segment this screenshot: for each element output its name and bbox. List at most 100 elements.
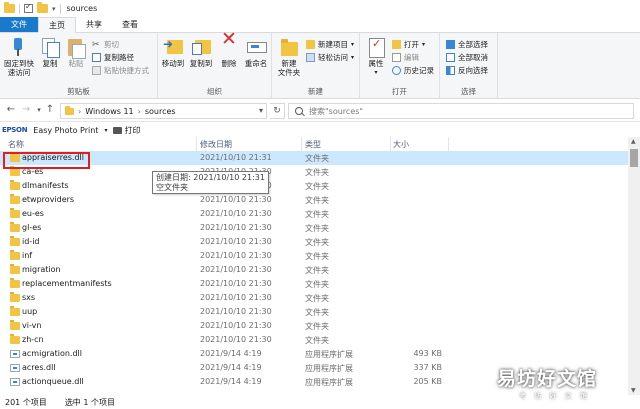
file-row[interactable]: sxs 2021/10/10 21:30 文件夹 xyxy=(0,291,628,305)
refresh-button[interactable]: ↻ xyxy=(270,103,285,119)
tab-share[interactable]: 共享 xyxy=(76,17,112,32)
file-row[interactable]: vi-vn 2021/10/10 21:30 文件夹 xyxy=(0,319,628,333)
organize-group-label: 组织 xyxy=(207,87,222,96)
delete-button[interactable]: 删除 xyxy=(218,35,240,68)
file-row[interactable]: actionqueue.dll 2021/9/14 4:19 应用程序扩展 205 K… xyxy=(0,375,628,389)
file-type: 文件夹 xyxy=(305,308,329,317)
back-arrow-icon[interactable]: ← xyxy=(5,104,17,115)
folder-icon xyxy=(10,250,20,260)
file-row[interactable]: etwproviders 2021/10/10 21:30 文件夹 xyxy=(0,193,628,207)
file-row[interactable]: ca-es2021/10/10 21:30文件夹 xyxy=(0,165,628,179)
new-folder-label-line2: 文件夹 xyxy=(277,68,301,77)
breadcrumb-windows11[interactable]: Windows 11 xyxy=(85,107,133,116)
scroll-down-icon[interactable]: ▼ xyxy=(631,387,636,394)
cut-button[interactable]: 剪切 xyxy=(92,39,119,50)
paste-icon xyxy=(66,37,86,59)
file-name: vi-vn xyxy=(22,321,42,330)
file-row[interactable]: migration 2021/10/10 21:30 文件夹 xyxy=(0,263,628,277)
select-all-button[interactable]: 全部选择 xyxy=(446,39,488,50)
new-folder-label-line1: 新建 xyxy=(281,59,297,68)
file-type: 文件夹 xyxy=(305,266,329,275)
invert-selection-icon xyxy=(446,66,455,75)
file-row[interactable]: id-id 2021/10/10 21:30 文件夹 xyxy=(0,235,628,249)
open-group: 属性 ▾ 打开 ▾ 编辑 历史记录 打开 xyxy=(360,33,440,99)
breadcrumb-sources[interactable]: sources xyxy=(145,107,176,116)
file-row[interactable]: dlmanifests2021/10/10 21:30文件夹 xyxy=(0,179,628,193)
file-date: 2021/9/14 4:19 xyxy=(200,349,262,358)
delete-label: 删除 xyxy=(221,59,237,68)
new-item-button[interactable]: 新建项目 ▾ xyxy=(306,39,354,50)
customize-quick-access-icon[interactable]: ▾ xyxy=(52,5,56,13)
column-header-date[interactable]: 修改日期 xyxy=(200,139,232,150)
column-header-size[interactable]: 大小 xyxy=(393,139,409,150)
edit-button[interactable]: 编辑 xyxy=(392,52,419,63)
open-button[interactable]: 打开 ▾ xyxy=(392,39,425,50)
column-divider[interactable] xyxy=(390,137,391,151)
copy-button[interactable]: 复制 xyxy=(38,37,62,68)
history-icon xyxy=(392,66,401,75)
file-size: 205 KB xyxy=(413,377,442,386)
file-date: 2021/10/10 21:30 xyxy=(200,223,272,232)
column-divider[interactable] xyxy=(448,137,449,151)
file-name: acmigration.dll xyxy=(22,349,82,358)
tab-home[interactable]: 主页 xyxy=(38,17,76,33)
scroll-up-icon[interactable]: ▲ xyxy=(631,138,636,145)
column-header-type[interactable]: 类型 xyxy=(305,139,321,150)
folder-icon xyxy=(10,264,20,274)
file-row[interactable]: replacementmanifests 2021/10/10 21:30 文件夹 xyxy=(0,277,628,291)
file-row[interactable]: acres.dll 2021/9/14 4:19 应用程序扩展 337 KB xyxy=(0,361,628,375)
clipboard-group: 固定到快 速访问 复制 粘贴 剪切 复制路径 粘贴快捷方式 剪贴板 xyxy=(0,33,158,99)
file-row[interactable]: zh-cn 2021/10/10 21:30 文件夹 xyxy=(0,333,628,347)
copy-to-icon xyxy=(191,37,211,57)
file-type: 文件夹 xyxy=(305,322,329,331)
pin-label-line2: 速访问 xyxy=(7,68,31,77)
pin-to-quick-access-button[interactable]: 固定到快 速访问 xyxy=(2,37,36,77)
file-row[interactable]: inf 2021/10/10 21:30 文件夹 xyxy=(0,249,628,263)
file-row[interactable]: appraiserres.dll 2021/10/10 21:31 文件夹 xyxy=(0,151,628,165)
refresh-icon: ↻ xyxy=(273,106,281,116)
dll-file-icon xyxy=(10,378,20,386)
forward-arrow-icon[interactable]: → xyxy=(20,104,32,115)
file-row[interactable]: gl-es 2021/10/10 21:30 文件夹 xyxy=(0,221,628,235)
history-label: 历史记录 xyxy=(404,66,434,75)
file-name: actionqueue.dll xyxy=(22,377,84,386)
paste-shortcut-button[interactable]: 粘贴快捷方式 xyxy=(92,65,149,76)
vertical-scrollbar[interactable]: ▲ ▼ xyxy=(628,137,640,395)
move-to-button[interactable]: 移动到 xyxy=(160,37,186,68)
address-bar[interactable]: › Windows 11 › sources ▾ xyxy=(60,103,267,119)
paste-button[interactable]: 粘贴 xyxy=(64,37,88,68)
tab-view[interactable]: 查看 xyxy=(112,17,148,32)
column-header-name[interactable]: 名称 xyxy=(8,139,24,150)
file-type: 文件夹 xyxy=(305,238,329,247)
new-folder-button[interactable]: 新建 文件夹 xyxy=(274,37,304,77)
file-row[interactable]: acmigration.dll 2021/9/14 4:19 应用程序扩展 493 K… xyxy=(0,347,628,361)
history-button[interactable]: 历史记录 xyxy=(392,65,434,76)
chevron-down-icon[interactable]: ▾ xyxy=(259,106,263,115)
column-divider[interactable] xyxy=(196,137,197,151)
properties-button[interactable]: 属性 ▾ xyxy=(362,37,390,77)
properties-quick-icon[interactable] xyxy=(24,2,33,13)
search-box[interactable]: 搜索"sources" xyxy=(288,103,634,119)
select-none-button[interactable]: 全部取消 xyxy=(446,52,488,63)
select-all-label: 全部选择 xyxy=(458,40,488,49)
up-arrow-icon[interactable]: ↑ xyxy=(44,104,56,115)
file-name: etwproviders xyxy=(22,195,75,204)
file-row[interactable]: uup 2021/10/10 21:30 文件夹 xyxy=(0,305,628,319)
easy-photo-print-button[interactable]: Easy Photo Print xyxy=(33,126,98,135)
copy-to-button[interactable]: 复制到 xyxy=(188,37,214,68)
file-row[interactable]: eu-es 2021/10/10 21:30 文件夹 xyxy=(0,207,628,221)
new-folder-quick-icon[interactable] xyxy=(37,2,48,13)
file-type: 文件夹 xyxy=(305,210,329,219)
epson-print-button[interactable]: 打印 xyxy=(113,125,140,136)
copy-path-button[interactable]: 复制路径 xyxy=(92,52,134,63)
file-name: eu-es xyxy=(22,209,44,218)
easy-access-button[interactable]: 轻松访问 ▾ xyxy=(306,52,354,63)
status-bar: 201 个项目 选中 1 个项目 xyxy=(0,395,640,409)
invert-selection-button[interactable]: 反向选择 xyxy=(446,65,488,76)
rename-button[interactable]: 重命名 xyxy=(242,37,270,68)
scrollbar-thumb[interactable] xyxy=(630,149,638,167)
column-divider[interactable] xyxy=(301,137,302,151)
chevron-down-icon[interactable]: ▾ xyxy=(104,127,107,134)
tab-file[interactable]: 文件 xyxy=(0,17,38,32)
properties-label: 属性 xyxy=(368,59,384,68)
